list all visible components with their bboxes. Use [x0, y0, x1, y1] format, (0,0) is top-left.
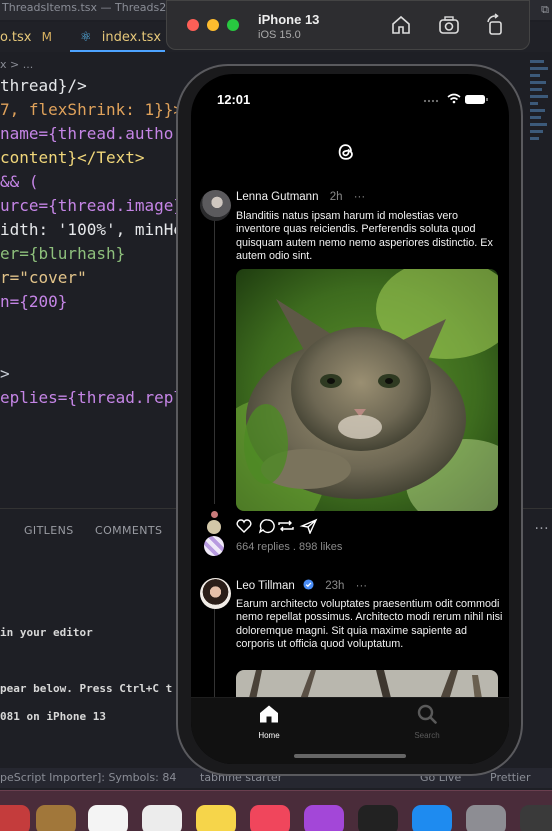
dock-app-icon[interactable]	[36, 805, 76, 831]
app-store-icon[interactable]	[412, 805, 452, 831]
screenshot-icon[interactable]	[437, 13, 461, 37]
tab-label: Home	[258, 731, 280, 740]
tab-file-1[interactable]: o.tsx M	[0, 30, 52, 45]
reply-avatar	[211, 511, 218, 518]
active-tab-indicator	[70, 50, 165, 52]
reply-avatar	[204, 536, 224, 556]
panel-tab-comments[interactable]: COMMENTS	[95, 524, 162, 537]
terminal-line: 081 on iPhone 13	[0, 710, 106, 723]
music-icon[interactable]	[250, 805, 290, 831]
tab-label: o.tsx	[0, 30, 32, 45]
notes-icon[interactable]	[196, 805, 236, 831]
post-header: Lenna Gutmann 2h ···	[236, 191, 365, 203]
tv-icon[interactable]	[358, 805, 398, 831]
code-line: eplies={thread.repl	[0, 388, 184, 407]
thread-line	[214, 218, 215, 504]
share-icon[interactable]	[299, 518, 318, 534]
more-options-icon[interactable]: ···	[354, 191, 366, 203]
post-time: 2h	[329, 191, 343, 203]
code-line: && (	[0, 172, 39, 191]
code-line: content}</Text>	[0, 148, 145, 167]
post-header: Leo Tillman 23h ···	[236, 579, 367, 592]
post-image-kitten[interactable]	[236, 269, 498, 511]
terminal-line: pear below. Press Ctrl+C t	[0, 682, 173, 695]
macos-dock	[0, 790, 552, 831]
tab-search[interactable]: Search	[397, 704, 457, 740]
code-line: idth: '100%', minHe	[0, 220, 184, 239]
app-screen: 12:01 Lenna Gutmann 2h ··· Blanditiis na…	[191, 74, 509, 764]
reply-avatar	[207, 520, 221, 534]
minimap[interactable]	[530, 60, 550, 400]
status-clock: 12:01	[217, 92, 251, 107]
post-actions	[236, 518, 318, 534]
dock-app-icon[interactable]	[520, 805, 552, 831]
settings-icon[interactable]	[466, 805, 506, 831]
home-icon[interactable]	[389, 13, 413, 37]
code-line: r="cover"	[0, 268, 87, 287]
terminal-line: in your editor	[0, 626, 93, 639]
verified-badge-icon	[303, 579, 314, 590]
post-stats[interactable]: 664 replies . 898 likes	[236, 541, 342, 553]
status-item[interactable]: Prettier	[490, 768, 530, 788]
minimize-window-icon[interactable]	[207, 19, 219, 31]
device-name: iPhone 13	[258, 12, 320, 27]
repost-icon[interactable]	[278, 520, 294, 532]
breadcrumb[interactable]: x > ...	[0, 58, 33, 71]
home-indicator	[294, 754, 406, 758]
code-line: er={blurhash}	[0, 244, 126, 263]
vscode-window-title: ThreadsItems.tsx — Threads2	[2, 1, 167, 14]
avatar[interactable]	[200, 578, 231, 609]
rotate-icon[interactable]	[483, 13, 507, 37]
more-icon[interactable]: ···	[534, 521, 549, 537]
tab-label: Search	[414, 731, 440, 740]
podcasts-icon[interactable]	[304, 805, 344, 831]
code-line: urce={thread.image}	[0, 196, 184, 215]
fullscreen-window-icon[interactable]	[227, 19, 239, 31]
status-icons	[423, 93, 488, 104]
post-body: Earum architecto voluptates praesentium …	[236, 598, 503, 650]
status-item[interactable]: peScript Importer]: Symbols: 84	[0, 768, 176, 788]
avatar[interactable]	[200, 190, 231, 221]
react-icon: ⚛	[80, 30, 92, 45]
more-options-icon[interactable]: ···	[356, 580, 368, 592]
reminders-icon[interactable]	[142, 805, 182, 831]
close-window-icon[interactable]	[187, 19, 199, 31]
code-line: n={200}	[0, 292, 68, 311]
code-line: thread}/>	[0, 76, 87, 95]
simulator-toolbar: iPhone 13 iOS 15.0	[166, 0, 530, 50]
author-name[interactable]: Lenna Gutmann	[236, 191, 318, 203]
calendar-icon[interactable]	[88, 805, 128, 831]
code-line: >	[0, 364, 10, 383]
post-time: 23h	[325, 580, 345, 592]
code-line: 7, flexShrink: 1}}>	[0, 100, 184, 119]
threads-logo-icon[interactable]	[335, 140, 357, 164]
author-name[interactable]: Leo Tillman	[236, 580, 295, 592]
like-icon[interactable]	[236, 519, 252, 533]
tab-home[interactable]: Home	[239, 704, 299, 740]
panel-tab-gitlens[interactable]: GITLENS	[24, 524, 74, 537]
post-body: Blanditiis natus ipsam harum id molestia…	[236, 210, 493, 262]
modified-badge: M	[41, 30, 52, 44]
tab-label: index.tsx	[101, 30, 162, 45]
home-icon	[260, 705, 278, 723]
dock-app-icon[interactable]	[0, 805, 30, 831]
code-line: name={thread.author	[0, 124, 184, 143]
os-version: iOS 15.0	[258, 29, 301, 41]
thread-line	[214, 608, 215, 698]
reply-icon[interactable]	[258, 519, 275, 534]
search-icon	[417, 704, 437, 724]
split-editor-icon[interactable]: ⧉	[541, 2, 549, 18]
